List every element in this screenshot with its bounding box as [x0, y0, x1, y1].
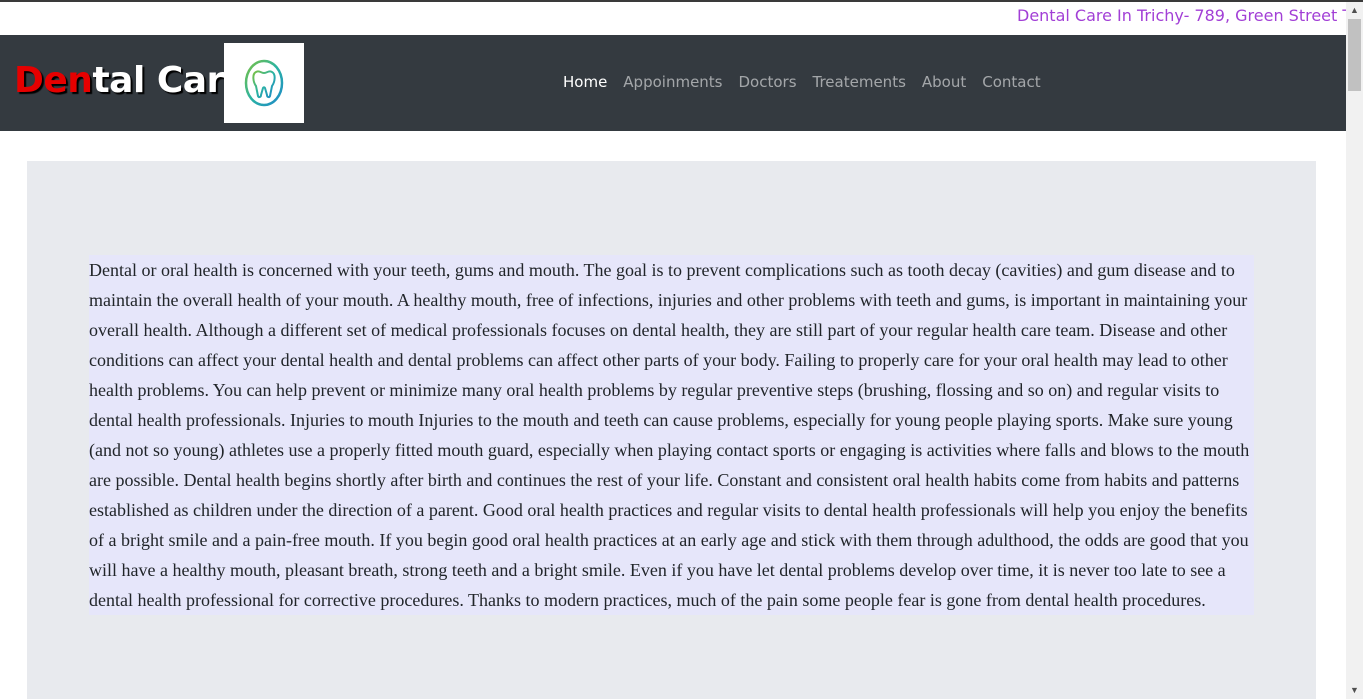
nav-home[interactable]: Home — [563, 73, 607, 91]
nav-appointments[interactable]: Appoinments — [623, 73, 722, 91]
navbar: Dental Care Home Appoinments Doctors Tre… — [0, 35, 1346, 131]
page-scrollbar[interactable]: ▲ ▼ — [1346, 2, 1363, 699]
marquee-text: Dental Care In Trichy- 789, Green Street… — [1017, 6, 1346, 25]
nav-doctors[interactable]: Doctors — [739, 73, 797, 91]
scroll-up-arrow-icon[interactable]: ▲ — [1346, 2, 1363, 19]
brand-title-red: Den — [14, 60, 93, 101]
scroll-down-arrow-icon[interactable]: ▼ — [1346, 682, 1363, 699]
dental-health-paragraph: Dental or oral health is concerned with … — [89, 255, 1254, 615]
nav-treatments[interactable]: Treatements — [813, 73, 906, 91]
nav-contact[interactable]: Contact — [982, 73, 1040, 91]
logo[interactable] — [224, 43, 304, 123]
nav-about[interactable]: About — [922, 73, 966, 91]
nav-menu: Home Appoinments Doctors Treatements Abo… — [563, 73, 1057, 91]
address-marquee: Dental Care In Trichy- 789, Green Street… — [0, 2, 1346, 35]
scrollbar-thumb[interactable] — [1348, 19, 1361, 91]
tooth-logo-icon — [244, 59, 284, 107]
brand-title[interactable]: Dental Care — [14, 59, 248, 103]
